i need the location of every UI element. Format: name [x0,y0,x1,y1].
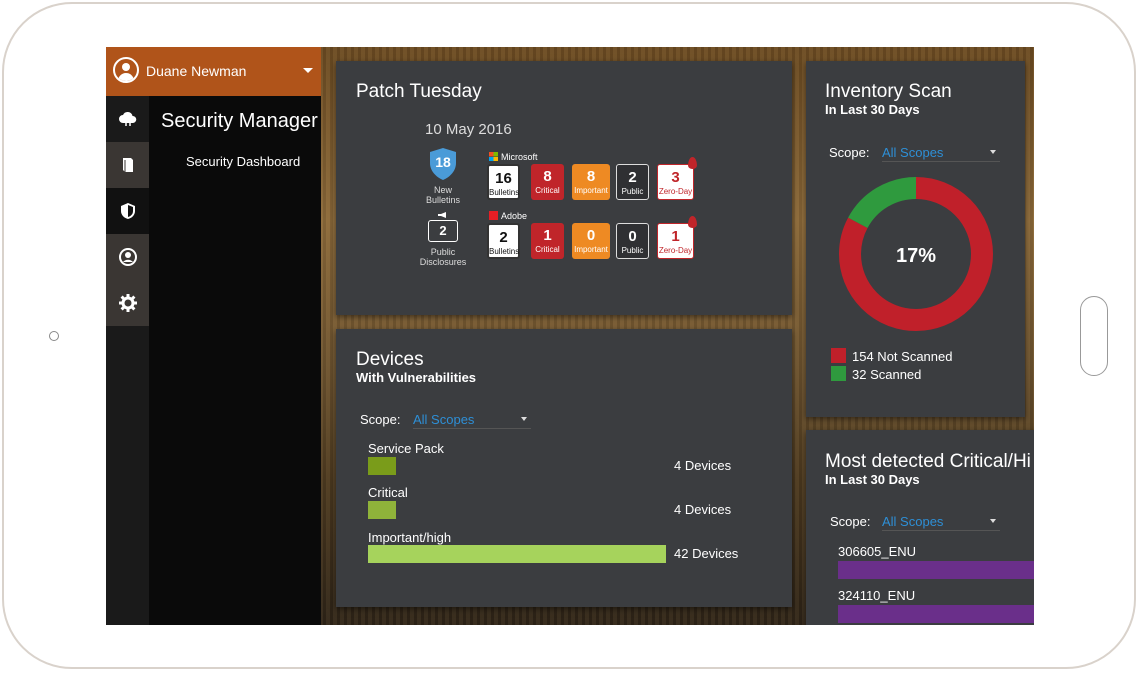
device-row-name: Critical [368,485,408,500]
adobe-critical-badge[interactable]: 1 Critical [531,223,564,259]
microsoft-bulletins-badge[interactable]: 16 Bulletins [487,164,520,200]
app-screen: Duane Newman Security Manager Security D… [106,47,1034,625]
icon-rail [106,96,149,625]
camera-dot [49,331,59,341]
rail-item-cloud[interactable] [106,96,149,142]
card-subtitle: With Vulnerabilities [356,370,477,385]
kb-item-name: 324110_ENU [838,588,916,603]
public-disclosures-count: 2 [428,220,458,242]
scope-dropdown[interactable]: All Scopes [413,412,531,429]
scope-label: Scope: [830,514,871,529]
adobe-public-badge[interactable]: 0 Public [616,223,649,259]
new-bulletins-count: 18 [435,154,451,170]
vendor-adobe: Adobe [489,211,527,221]
card-subtitle: In Last 30 Days [825,472,920,487]
chevron-down-icon [990,519,996,523]
card-title: Patch Tuesday [356,81,482,102]
microsoft-important-badge[interactable]: 8 Important [572,164,610,200]
adobe-logo-icon [489,211,498,220]
microsoft-public-badge[interactable]: 2 Public [616,164,649,200]
device-row-name: Important/high [368,530,452,545]
user-name: Duane Newman [146,63,247,79]
legend-swatch-not-scanned [831,348,846,363]
kb-item-bar [838,605,1034,623]
scope-label: Scope: [360,412,401,427]
inventory-scan-card: Inventory Scan In Last 30 Days Scope: Al… [806,61,1025,417]
adobe-important-badge[interactable]: 0 Important [572,223,610,259]
rail-item-settings[interactable] [106,280,149,326]
home-button[interactable] [1080,296,1108,376]
devices-card: Devices With Vulnerabilities Scope: All … [336,329,792,607]
flame-icon [688,216,697,228]
chevron-down-icon[interactable] [303,68,313,73]
kb-item-bar [838,561,1034,579]
card-title: Most detected Critical/Hi [825,451,1031,472]
public-disclosures-label: Public Disclosures [419,247,467,267]
menu-link-security-dashboard[interactable]: Security Dashboard [186,154,300,169]
device-row-count: 42 Devices [674,546,739,561]
avatar [113,57,139,83]
patch-date: 10 May 2016 [425,121,512,138]
device-row-count: 4 Devices [674,458,732,473]
shield-icon [120,203,135,219]
legend-swatch-scanned [831,366,846,381]
rail-item-book[interactable] [106,142,149,188]
chevron-down-icon [990,150,996,154]
vendor-microsoft: Microsoft [489,152,538,162]
section-title: Security Manager [161,110,318,132]
legend-scanned: 32 Scanned [852,367,922,382]
scan-donut-chart: 17% [839,177,993,331]
microsoft-critical-badge[interactable]: 8 Critical [531,164,564,200]
rail-item-security[interactable] [106,188,149,234]
device-row-count: 4 Devices [674,502,732,517]
device-bar [368,501,396,519]
scope-dropdown[interactable]: All Scopes [882,145,1000,162]
legend-not-scanned: 154 Not Scanned [852,349,953,364]
scope-dropdown[interactable]: All Scopes [882,514,1000,531]
scope-label: Scope: [829,145,870,160]
microsoft-logo-icon [489,152,498,161]
device-bar [368,457,396,475]
most-detected-card: Most detected Critical/Hi In Last 30 Day… [806,430,1034,625]
rail-item-user[interactable] [106,234,149,280]
card-title: Devices [356,349,424,370]
adobe-bulletins-badge[interactable]: 2 Bulletins [487,223,520,259]
chevron-down-icon [521,417,527,421]
patch-tuesday-card: Patch Tuesday 10 May 2016 18 New Bulleti… [336,61,792,315]
side-menu: Security Manager Security Dashboard [149,96,321,625]
card-title: Inventory Scan [825,81,952,102]
kb-item-name: 306605_ENU [838,544,917,559]
gear-icon [118,294,137,312]
new-bulletins-label: New Bulletins [425,185,461,205]
microsoft-zero-day-badge[interactable]: 3 Zero-Day [657,157,697,200]
donut-percent: 17% [896,245,936,267]
device-bar [368,545,666,563]
megaphone-icon [438,212,446,218]
adobe-zero-day-badge[interactable]: 1 Zero-Day [657,216,697,259]
user-menu[interactable]: Duane Newman [106,47,321,96]
user-circle-icon [118,248,137,266]
book-icon [122,158,133,172]
device-row-name: Service Pack [368,441,444,456]
cloud-icon [118,111,136,126]
card-subtitle: In Last 30 Days [825,102,920,117]
flame-icon [688,157,697,169]
